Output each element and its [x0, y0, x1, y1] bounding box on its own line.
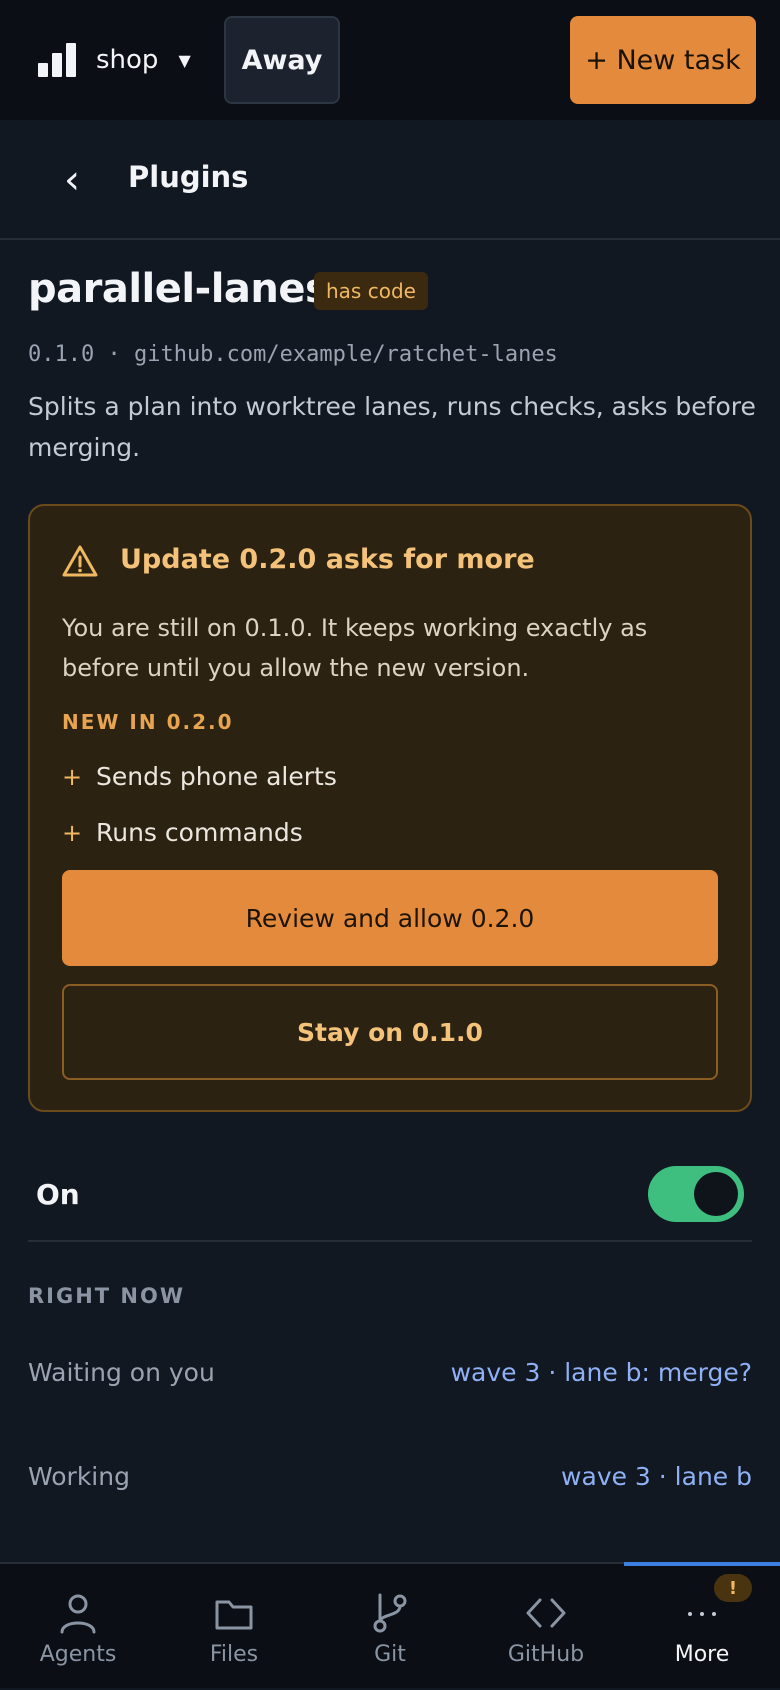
top-bar: shop ▼ Away + New task: [0, 0, 780, 120]
folder-icon: [215, 1600, 253, 1630]
alert-badge: !: [714, 1574, 752, 1602]
enable-label: On: [36, 1178, 80, 1211]
has-code-badge: has code: [314, 272, 428, 310]
bottom-nav: Agents Files Git GitHub More !: [0, 1562, 780, 1688]
plugin-description: Splits a plan into worktree lanes, runs …: [28, 392, 756, 462]
status-key: Working: [28, 1462, 130, 1491]
new-permission-label: Runs commands: [96, 818, 303, 847]
plus-icon: +: [62, 762, 83, 791]
nav-files[interactable]: Files: [156, 1564, 312, 1690]
ellipsis-icon: [688, 1612, 716, 1616]
nav-more[interactable]: More: [624, 1564, 780, 1690]
nav-label: Agents: [39, 1642, 117, 1667]
nav-git[interactable]: Git: [312, 1564, 468, 1690]
update-body: You are still on 0.1.0. It keeps working…: [62, 614, 648, 682]
page-header: ‹ Plugins: [0, 120, 780, 240]
code-brackets-icon: [526, 1598, 566, 1628]
workspace-name: shop: [96, 45, 159, 75]
nav-label: Git: [374, 1642, 406, 1667]
nav-agents[interactable]: Agents: [0, 1564, 156, 1690]
nav-github[interactable]: GitHub: [468, 1564, 624, 1690]
right-now-label: RIGHT NOW: [28, 1284, 186, 1308]
caret-down-icon: ▼: [178, 50, 191, 70]
update-title: Update 0.2.0 asks for more: [120, 544, 535, 575]
stay-on-current-button[interactable]: Stay on 0.1.0: [62, 984, 718, 1080]
status-key: Waiting on you: [28, 1358, 215, 1387]
enable-toggle[interactable]: [648, 1166, 744, 1222]
page-title: Plugins: [128, 160, 249, 194]
status-row: Waiting on you wave 3 · lane b: merge?: [28, 1358, 752, 1398]
review-and-allow-button[interactable]: Review and allow 0.2.0: [62, 870, 718, 966]
new-permission-item: + Runs commands: [62, 818, 303, 847]
signal-bars-icon: [38, 43, 78, 77]
plugin-name: parallel-lanes: [28, 266, 329, 312]
nav-label: GitHub: [507, 1642, 585, 1667]
person-icon: [60, 1594, 96, 1634]
toggle-knob: [694, 1172, 738, 1216]
status-row: Working wave 3 · lane b: [28, 1462, 752, 1502]
status-link[interactable]: wave 3 · lane b: [561, 1462, 752, 1491]
workspace-switcher[interactable]: shop ▼: [38, 34, 191, 86]
enable-row: On: [28, 1150, 752, 1242]
nav-label: Files: [209, 1642, 259, 1667]
update-notice-card: Update 0.2.0 asks for more You are still…: [28, 504, 752, 1112]
warning-triangle-icon: [62, 545, 98, 577]
new-permission-label: Sends phone alerts: [96, 762, 337, 791]
new-permission-item: + Sends phone alerts: [62, 762, 337, 791]
back-chevron-icon[interactable]: ‹: [52, 156, 92, 204]
plus-icon: +: [62, 818, 83, 847]
new-task-button[interactable]: + New task: [570, 16, 756, 104]
away-button[interactable]: Away: [224, 16, 340, 104]
new-in-label: NEW IN 0.2.0: [62, 710, 234, 734]
git-branch-icon: [373, 1593, 407, 1633]
status-link[interactable]: wave 3 · lane b: merge?: [451, 1358, 752, 1387]
plugin-meta: 0.1.0 · github.com/example/ratchet-lanes: [28, 342, 558, 367]
nav-label: More: [674, 1642, 730, 1667]
